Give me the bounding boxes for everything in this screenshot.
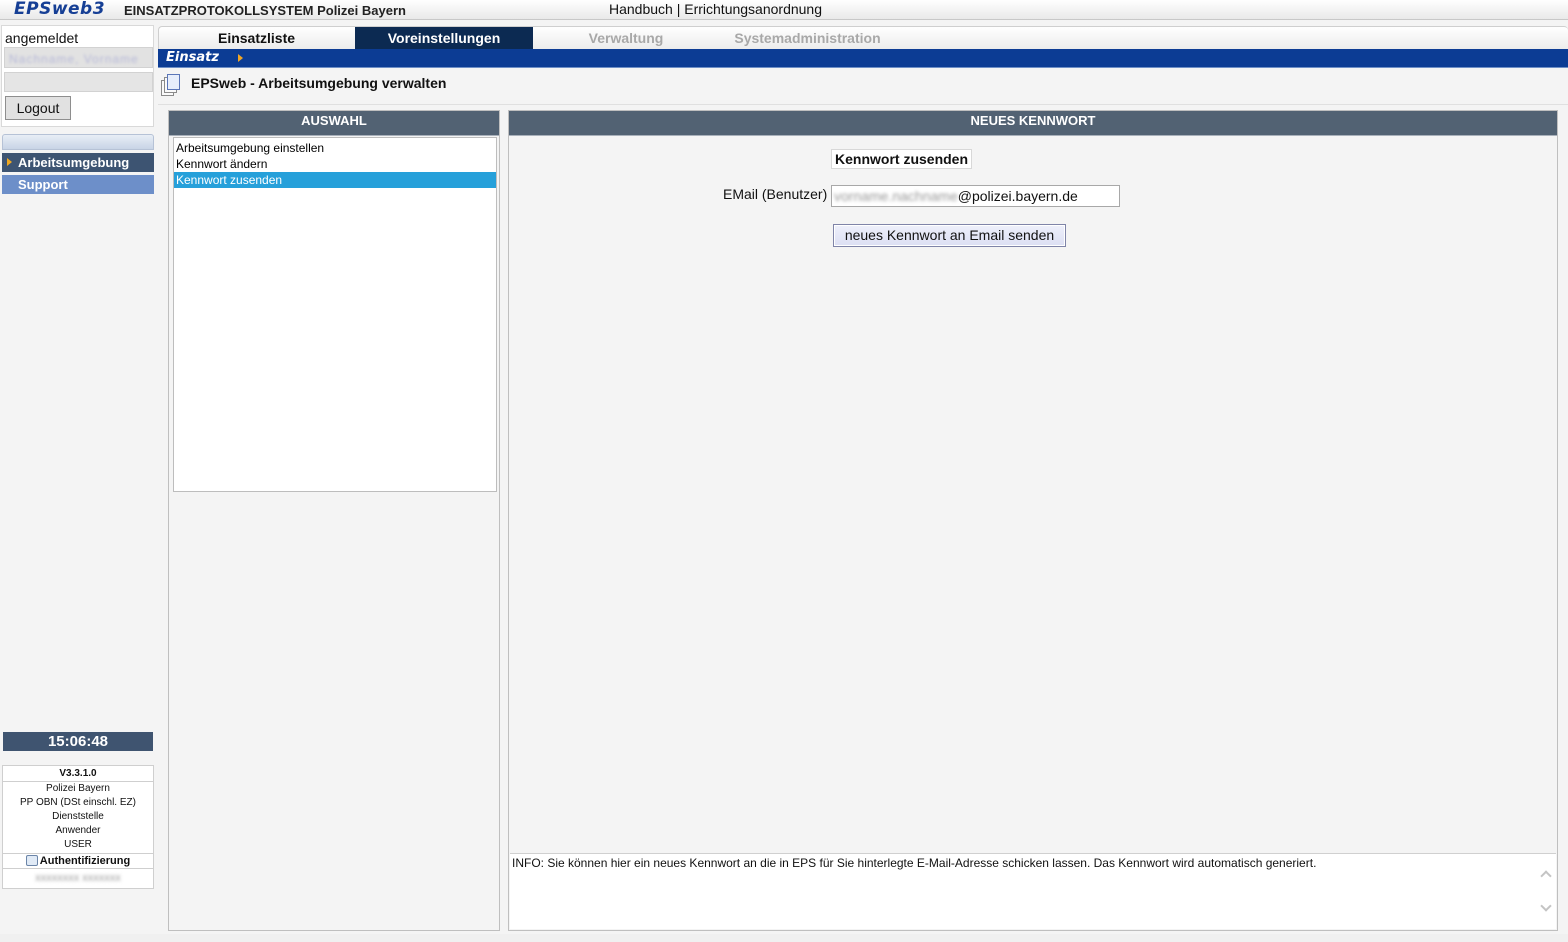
auth-label: Authentifizierung	[39, 855, 131, 867]
pages-icon	[161, 74, 181, 98]
selection-listbox[interactable]: Arbeitsumgebung einstellen Kennwort ände…	[173, 137, 497, 492]
unit-label: PP OBN (DSt einschl. EZ)	[20, 797, 136, 808]
sidebar-item-label: Support	[18, 177, 68, 192]
list-item-kennwort-aendern[interactable]: Kennwort ändern	[174, 156, 496, 172]
active-arrow-icon	[7, 158, 12, 166]
auth-value-blurred: xxxxxxxx xxxxxxx	[35, 872, 121, 884]
app-logo: EPSweb3	[14, 0, 106, 19]
bottom-strip	[0, 934, 1568, 942]
sidebar-item-arbeitsumgebung[interactable]: Arbeitsumgebung	[2, 153, 154, 172]
logged-in-label: angemeldet	[5, 30, 79, 46]
sidebar-item-label: Arbeitsumgebung	[18, 155, 130, 170]
list-item-kennwort-zusenden[interactable]: Kennwort zusenden	[174, 172, 496, 188]
user-box: angemeldet Nachname, Vorname Logout	[1, 25, 154, 127]
email-field[interactable]: vorname.nachname@polizei.bayern.de	[831, 185, 1120, 207]
handbook-link[interactable]: Handbuch	[609, 1, 673, 17]
role-label: Anwender	[55, 825, 101, 836]
username-field: Nachname, Vorname	[4, 47, 153, 68]
app-name: EINSATZPROTOKOLLSYSTEM Polizei Bayern	[124, 3, 406, 18]
scroll-up-icon[interactable]	[1540, 868, 1552, 882]
breadcrumb-arrow-icon	[238, 54, 243, 62]
logout-button[interactable]: Logout	[5, 96, 71, 120]
authentication-row: Authentifizierung	[3, 853, 153, 869]
tab-systemadministration: Systemadministration	[734, 30, 881, 46]
password-panel: NEUES KENNWORT Kennwort zusenden EMail (…	[508, 110, 1558, 931]
tab-verwaltung: Verwaltung	[588, 30, 664, 46]
info-textarea[interactable]: INFO: Sie können hier ein neues Kennwort…	[510, 853, 1556, 929]
header-links: Handbuch | Errichtungsanordnung	[609, 1, 822, 17]
link-separator: |	[676, 1, 681, 17]
page-title-bar: EPSweb - Arbeitsumgebung verwalten	[158, 69, 1568, 105]
selection-panel-header: AUSWAHL	[169, 111, 499, 136]
clock: 15:06:48	[3, 732, 153, 751]
tab-voreinstellungen[interactable]: Voreinstellungen	[355, 27, 533, 49]
user-secondary-field	[4, 72, 153, 92]
selection-panel: AUSWAHL Arbeitsumgebung einstellen Kennw…	[168, 110, 500, 931]
errichtungsanordnung-link[interactable]: Errichtungsanordnung	[684, 1, 822, 17]
version-label: V3.3.1.0	[3, 766, 153, 782]
top-header: EPSweb3 EINSATZPROTOKOLLSYSTEM Polizei B…	[0, 0, 1568, 20]
sidebar: angemeldet Nachname, Vorname Logout Arbe…	[0, 22, 157, 934]
page-title: EPSweb - Arbeitsumgebung verwalten	[191, 75, 447, 91]
info-text: INFO: Sie können hier ein neues Kennwort…	[512, 856, 1317, 870]
org-label: Polizei Bayern	[46, 783, 110, 794]
nav-header	[2, 134, 154, 150]
context-bar: Einsatz	[158, 49, 1568, 68]
context-label: Einsatz	[166, 50, 219, 65]
main-tabs: Einsatzliste Voreinstellungen Verwaltung…	[158, 26, 1568, 49]
list-item-arbeitsumgebung-einstellen[interactable]: Arbeitsumgebung einstellen	[174, 140, 496, 156]
email-domain: @polizei.bayern.de	[957, 188, 1078, 204]
auth-icon	[25, 855, 38, 866]
form-title: Kennwort zusenden	[831, 149, 973, 169]
send-password-button[interactable]: neues Kennwort an Email senden	[833, 224, 1066, 247]
session-info-box: V3.3.1.0 Polizei Bayern PP OBN (DSt eins…	[2, 765, 154, 889]
scroll-down-icon[interactable]	[1540, 900, 1552, 912]
user-label: USER	[64, 839, 92, 850]
tab-einsatzliste[interactable]: Einsatzliste	[159, 27, 354, 49]
email-local-part-blurred: vorname.nachname	[834, 188, 958, 204]
username-blurred: Nachname, Vorname	[9, 52, 139, 66]
sidebar-item-support[interactable]: Support	[2, 175, 154, 194]
station-label: Dienststelle	[52, 811, 104, 822]
password-panel-header: NEUES KENNWORT	[509, 111, 1557, 136]
email-label: EMail (Benutzer)	[723, 186, 828, 202]
